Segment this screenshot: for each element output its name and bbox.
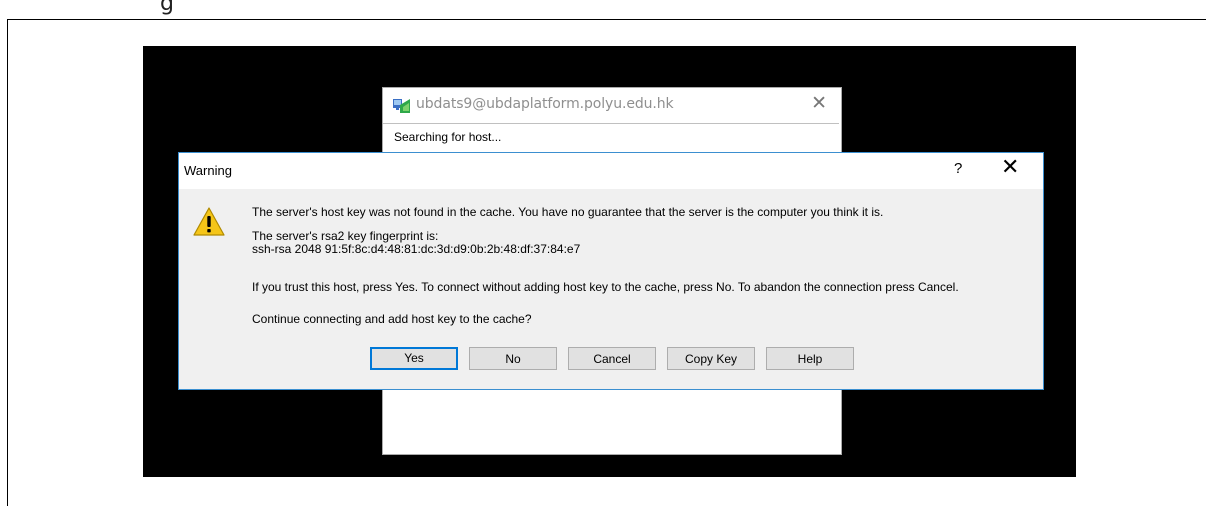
trust-instructions: If you trust this host, press Yes. To co… — [252, 280, 959, 294]
page-border-left — [7, 19, 8, 506]
host-key-warning-message: The server's host key was not found in t… — [252, 205, 884, 219]
fingerprint-value: ssh-rsa 2048 91:5f:8c:d4:48:81:dc:3d:d9:… — [252, 242, 581, 256]
warning-icon — [193, 207, 225, 236]
connection-status-text: Searching for host... — [394, 130, 502, 144]
connection-window-title: ubdats9@ubdaplatform.polyu.edu.hk — [416, 96, 674, 112]
help-button[interactable]: Help — [766, 347, 854, 370]
continue-question: Continue connecting and add host key to … — [252, 312, 532, 326]
help-icon[interactable]: ? — [954, 160, 962, 177]
close-icon[interactable]: ✕ — [1001, 156, 1019, 178]
yes-button[interactable]: Yes — [370, 347, 458, 370]
warning-dialog: Warning ? ✕ The server's host key was no… — [178, 152, 1044, 390]
connection-window-close-icon[interactable]: ✕ — [811, 94, 827, 113]
cancel-button[interactable]: Cancel — [568, 347, 656, 370]
document-snippet-text: g — [160, 0, 174, 16]
warning-dialog-title: Warning — [184, 163, 232, 178]
warning-dialog-titlebar: Warning ? ✕ — [179, 153, 1043, 189]
connection-status-bar: Searching for host... — [383, 123, 839, 154]
winscp-app-icon — [393, 99, 410, 113]
no-button[interactable]: No — [469, 347, 557, 370]
fingerprint-label: The server's rsa2 key fingerprint is: — [252, 229, 439, 243]
page-border-top — [7, 19, 1206, 20]
copy-key-button[interactable]: Copy Key — [667, 347, 755, 370]
connection-window-titlebar: ubdats9@ubdaplatform.polyu.edu.hk ✕ — [383, 88, 841, 123]
